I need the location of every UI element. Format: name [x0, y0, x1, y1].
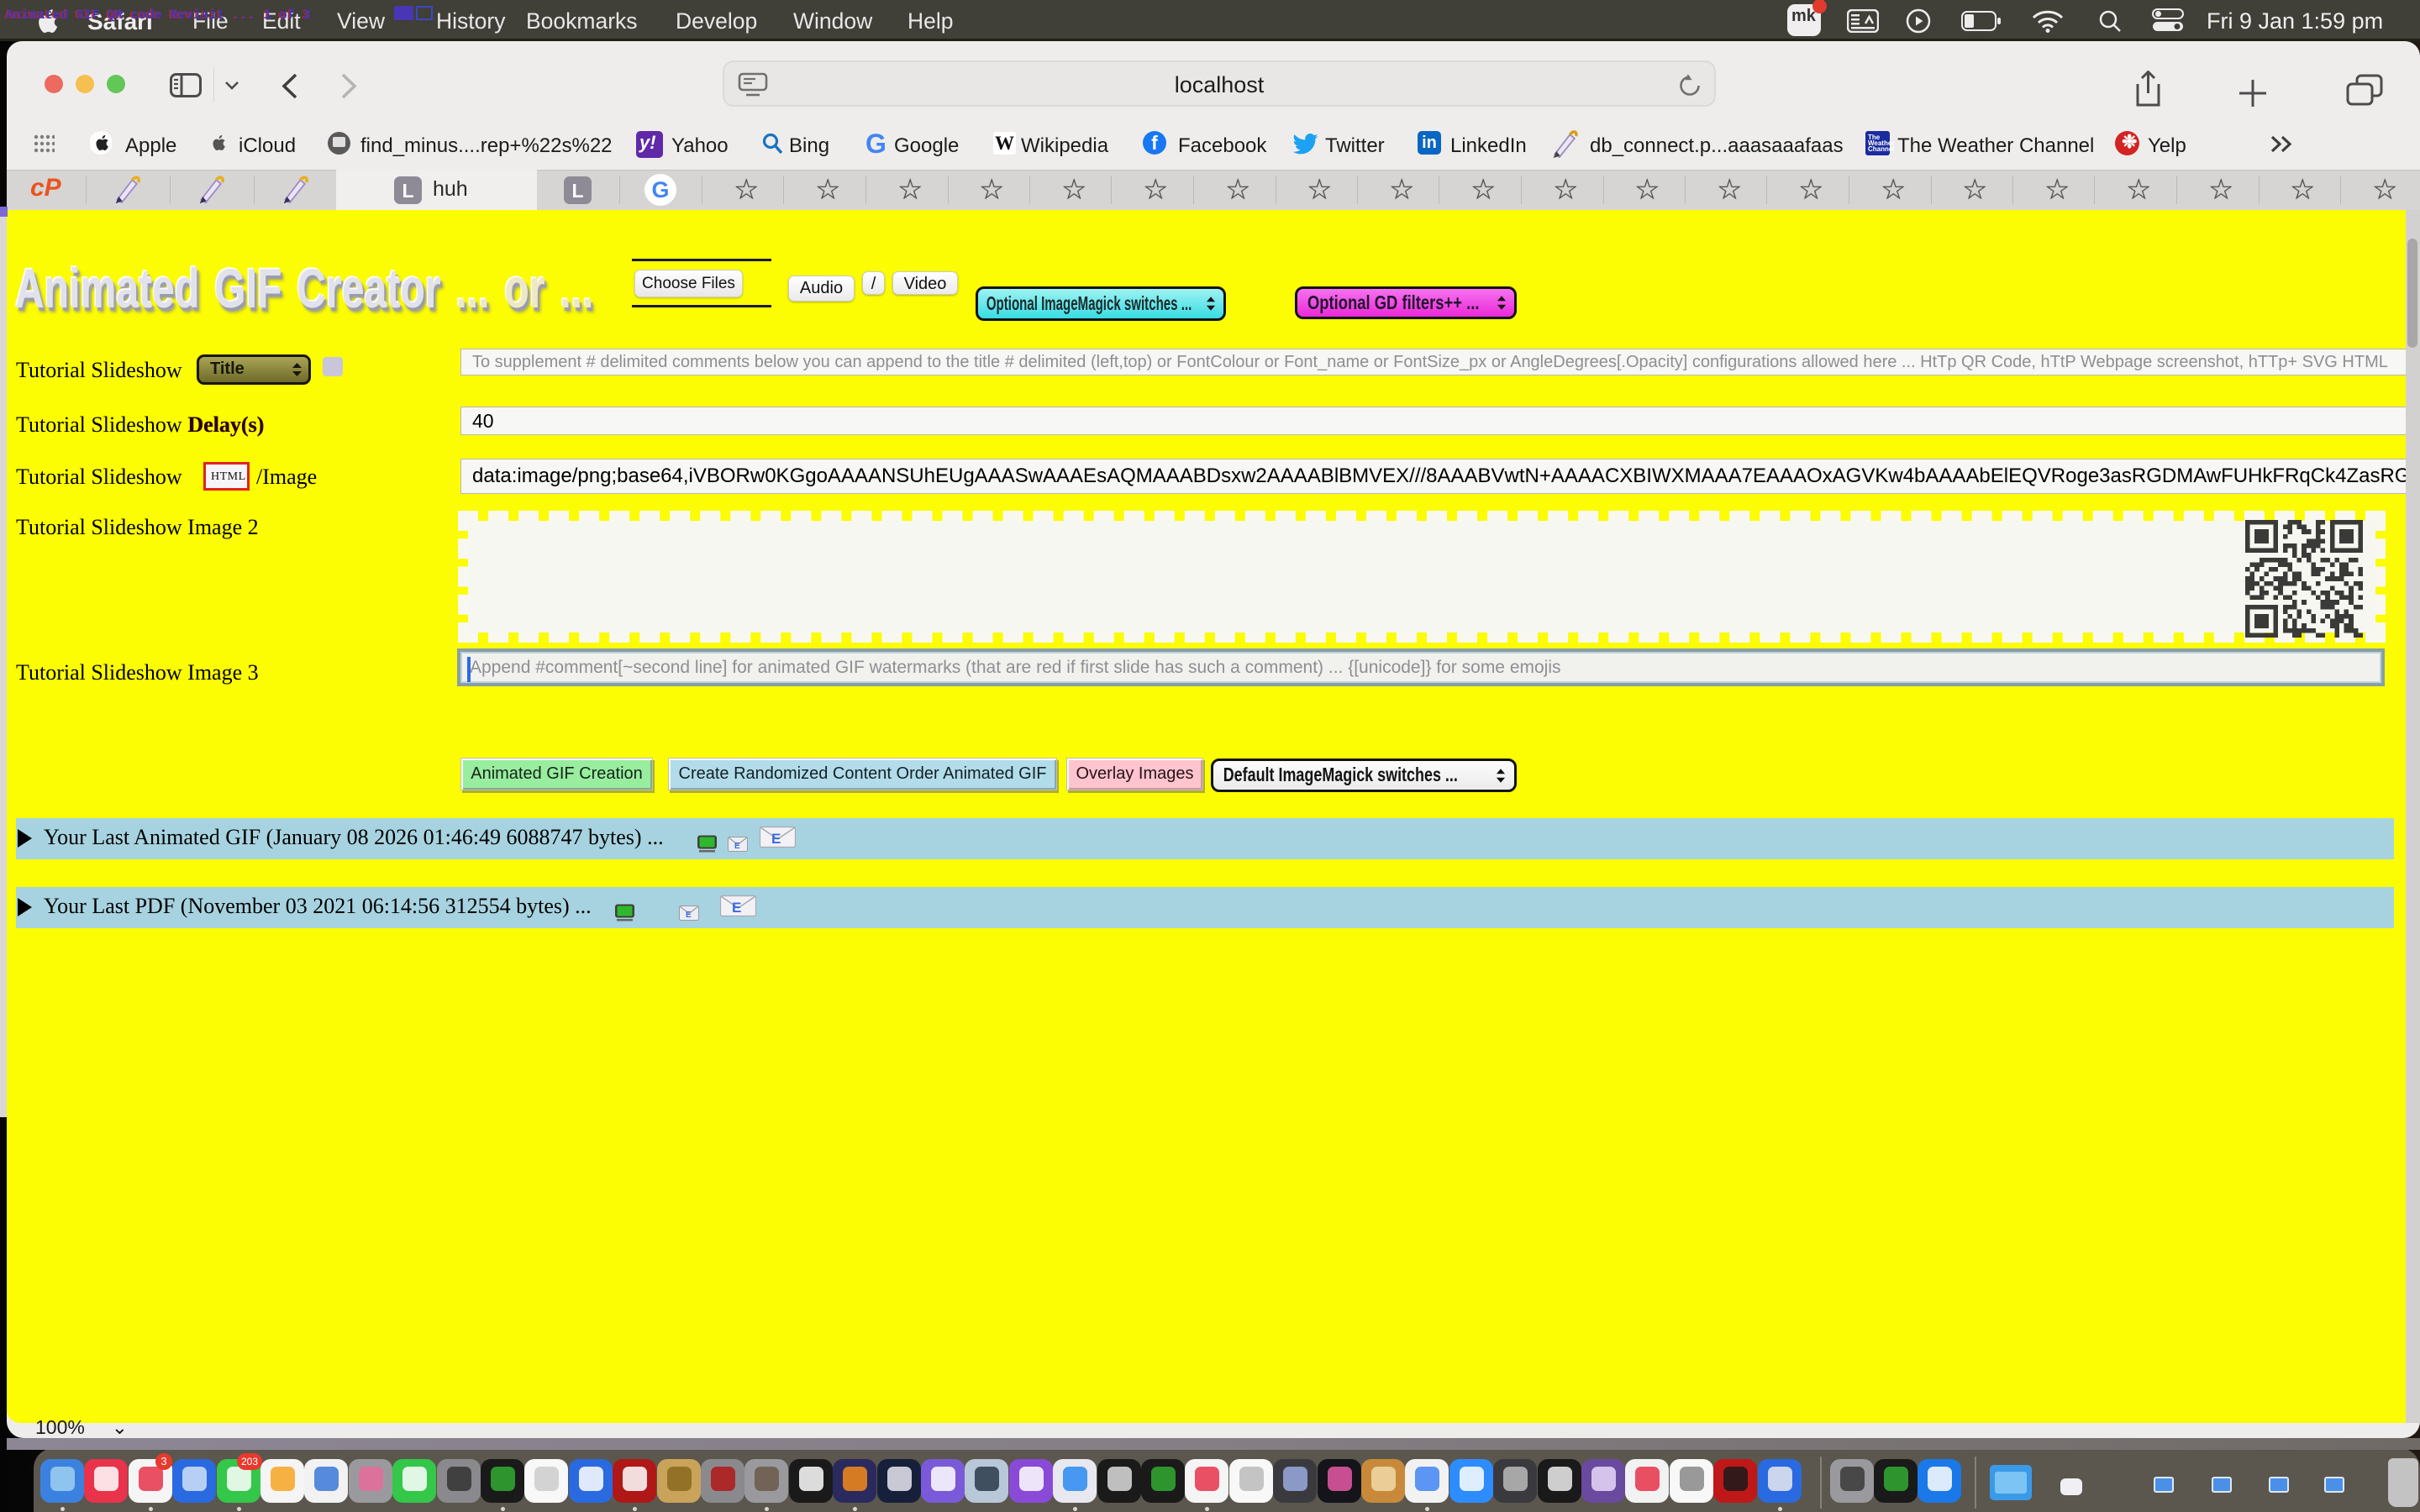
svg-text:E: E	[732, 900, 741, 916]
svg-text:E: E	[686, 911, 692, 920]
svg-text:E: E	[771, 831, 781, 847]
svg-text:E: E	[734, 842, 740, 851]
